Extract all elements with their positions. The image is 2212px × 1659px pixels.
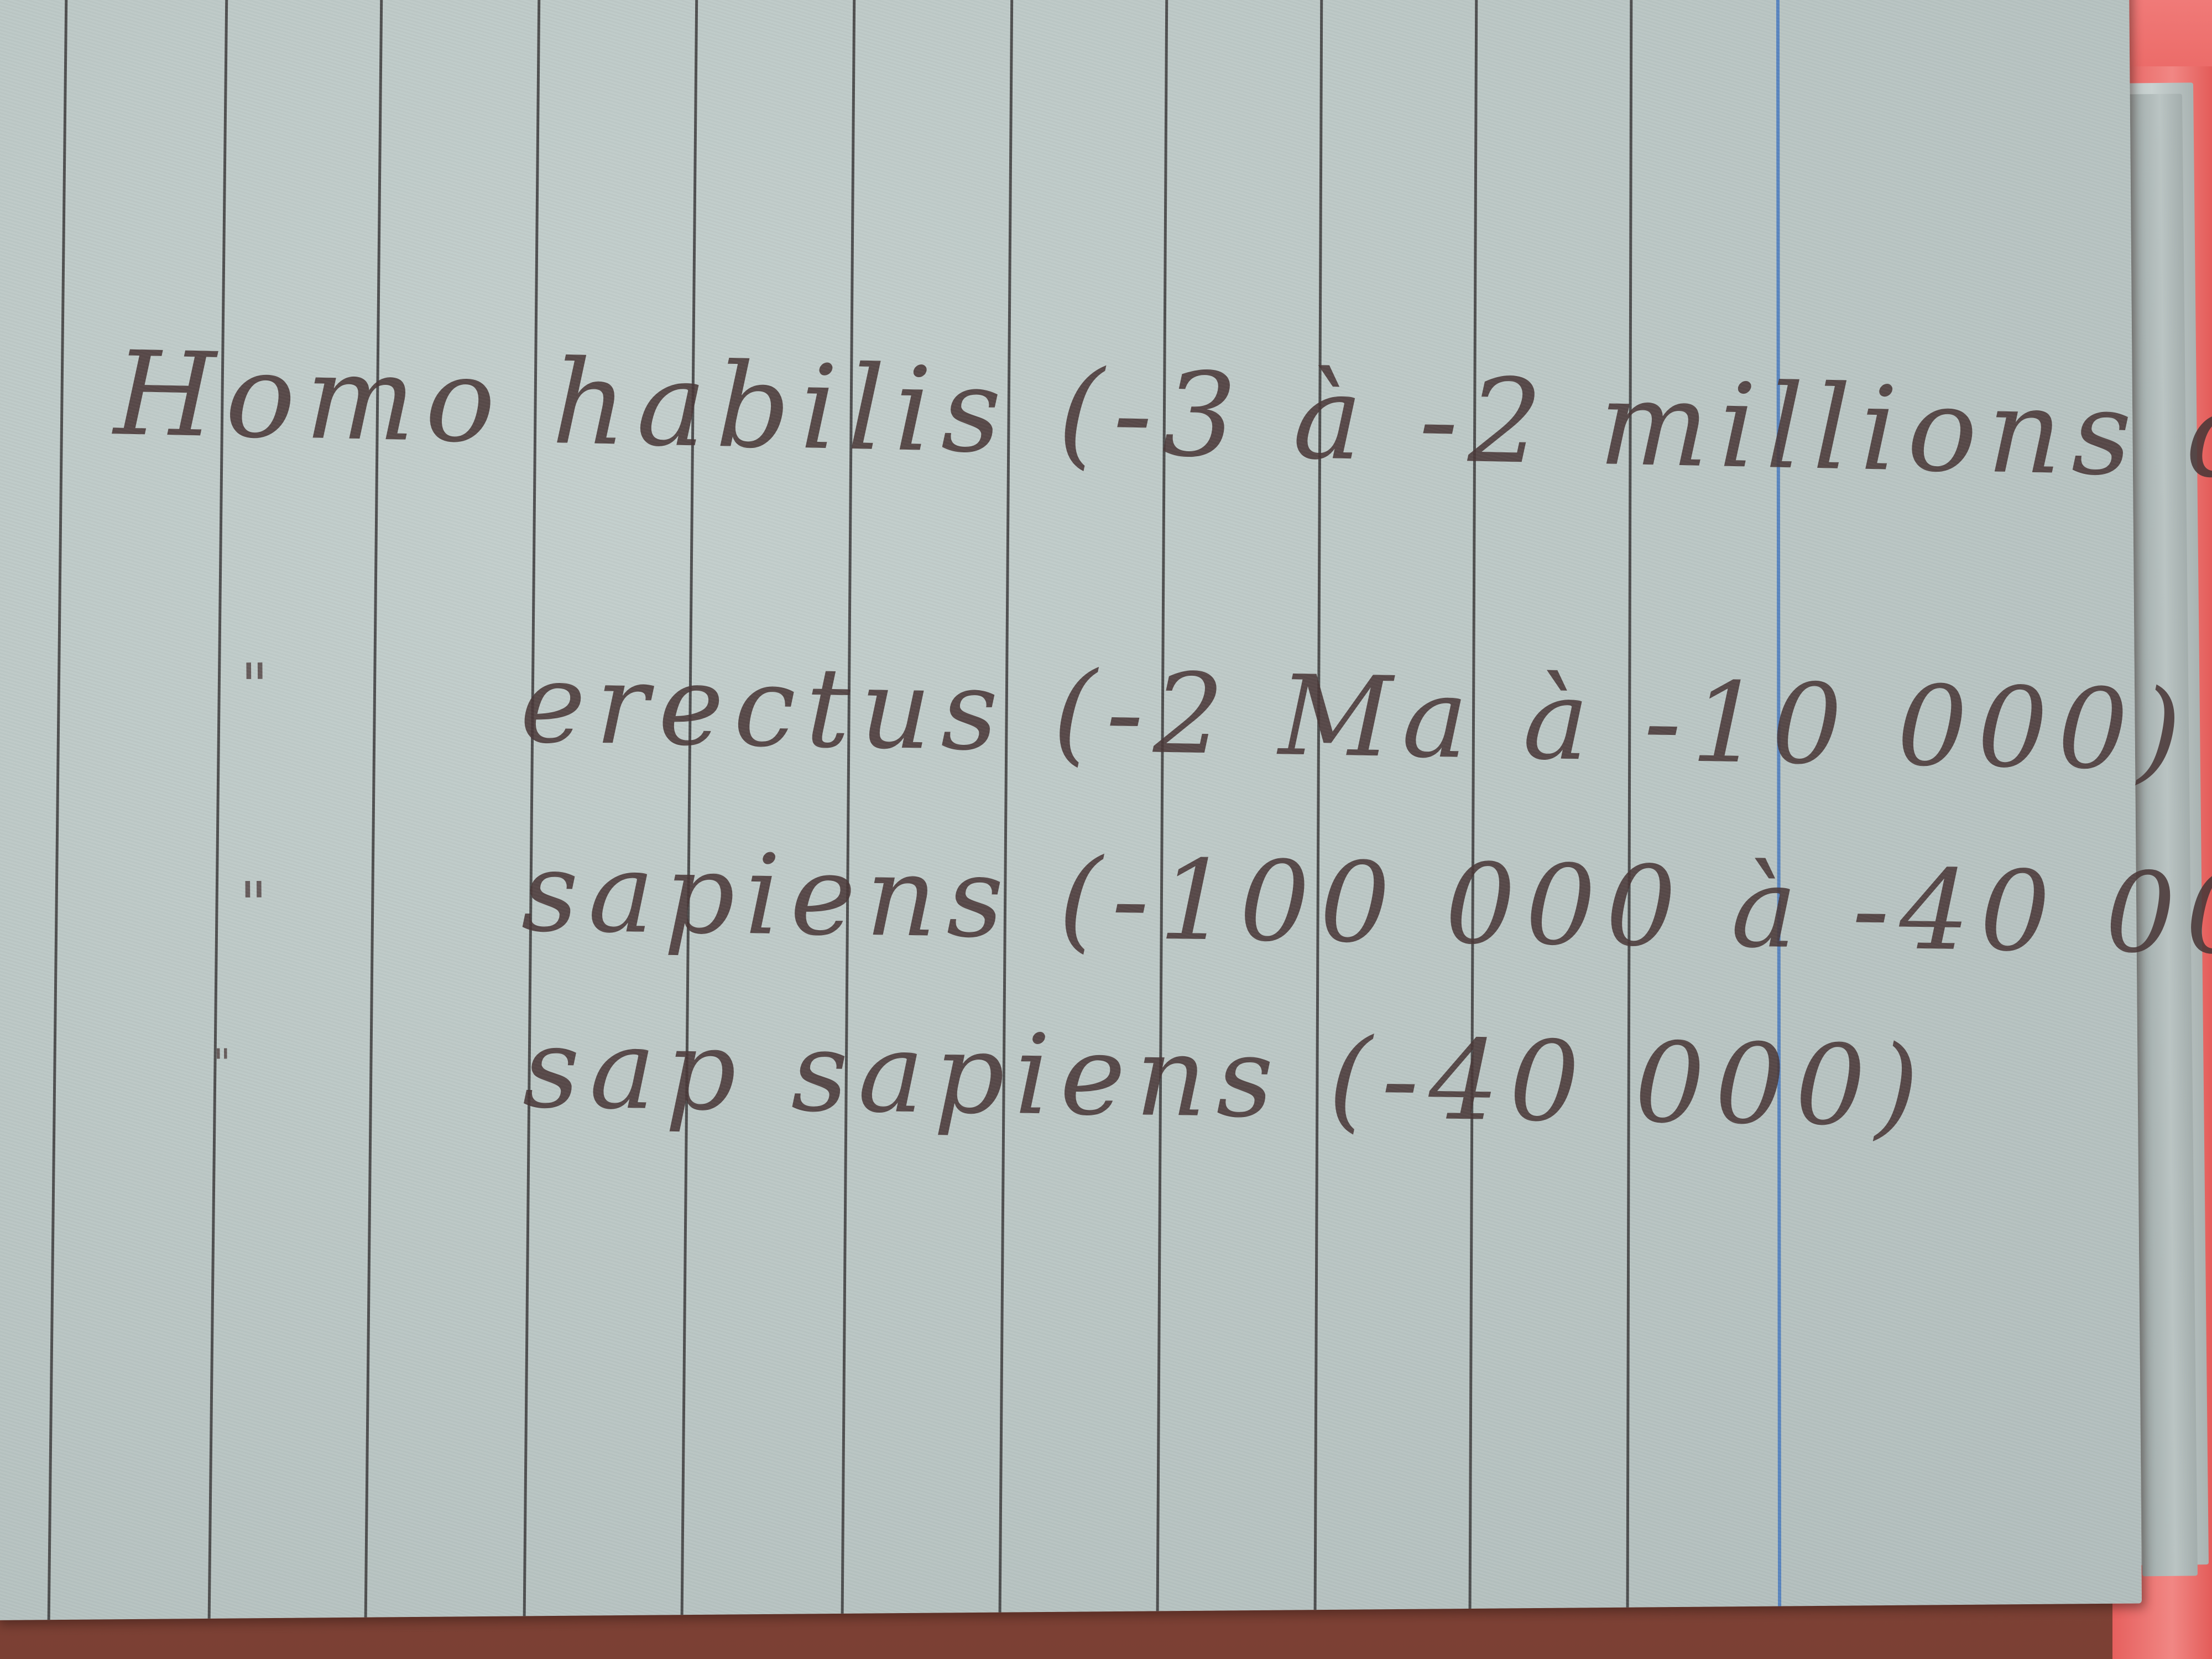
- index-card: Homo habilis (-3 à -2 millions d'années)…: [0, 0, 2212, 1620]
- ruled-line: [680, 0, 698, 1615]
- photo-scene: Homo habilis (-3 à -2 millions d'années)…: [0, 0, 2212, 1659]
- ruled-line: [523, 0, 541, 1616]
- ditto-mark: ": [240, 650, 269, 722]
- ruled-line: [1156, 0, 1168, 1611]
- ruled-line: [1313, 0, 1323, 1610]
- ruled-line: [364, 0, 383, 1618]
- ruled-line: [47, 0, 68, 1620]
- ruled-line: [207, 0, 228, 1619]
- ruled-line: [998, 0, 1014, 1613]
- ruled-lines: [47, 0, 1782, 1620]
- note-line-sapiens: sapiens (-100 000 à -40 000): [520, 827, 2212, 982]
- margin-line: [1776, 0, 1782, 1606]
- ditto-mark: ": [239, 869, 268, 940]
- ruled-line: [1626, 0, 1633, 1608]
- ruled-line: [841, 0, 856, 1614]
- ditto-mark: ": [212, 1040, 231, 1086]
- ruled-line: [1468, 0, 1478, 1609]
- note-line-sapiens-sapiens: sap sapiens (-40 000): [522, 1004, 1930, 1152]
